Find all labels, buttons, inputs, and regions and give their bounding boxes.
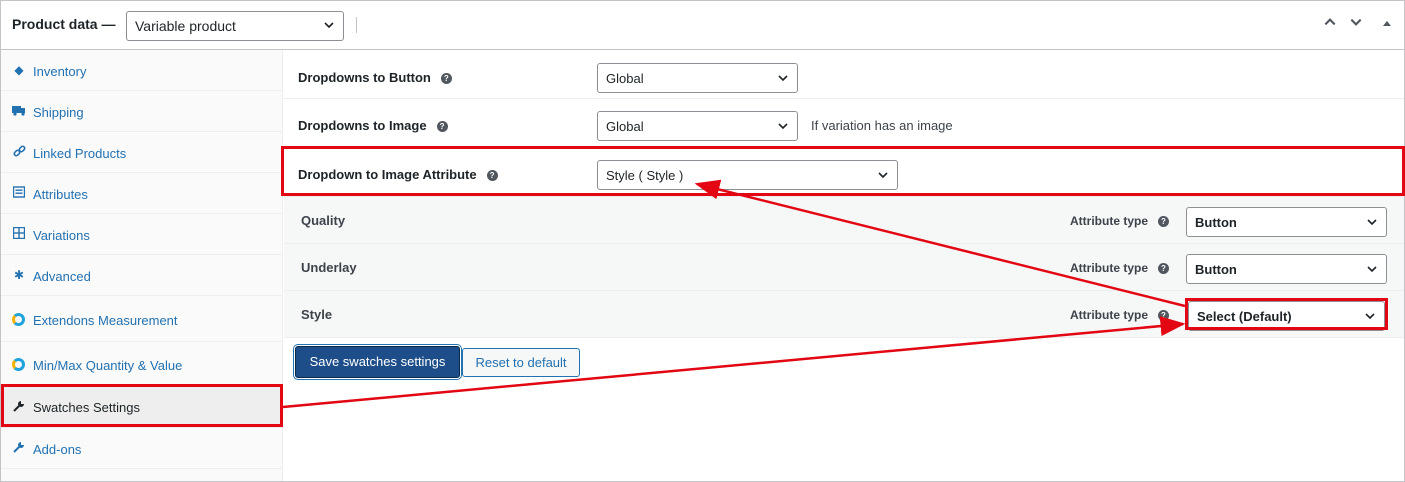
product-data-tabs: ◆ Inventory Shipping Linked Products Att… — [1, 50, 283, 481]
attribute-type-label: Attribute type? — [1070, 214, 1169, 228]
attribute-name: Underlay — [301, 260, 357, 275]
setting-dropdowns-to-image: Dropdowns to Image? Global If variation … — [284, 99, 1404, 147]
product-type-value: Variable product — [135, 18, 236, 34]
attribute-row-style: Style Attribute type? Select (Default) — [284, 291, 1404, 338]
sidebar-item-label: Variations — [33, 228, 90, 243]
sidebar-item-swatches-settings[interactable]: Swatches Settings — [1, 385, 282, 428]
list-icon — [12, 186, 26, 200]
dropdowns-to-button-select[interactable]: Global — [597, 63, 798, 93]
setting-label: Dropdowns to Button? — [298, 70, 452, 85]
truck-icon — [12, 104, 26, 118]
product-data-header: Product data — Variable product — [1, 1, 1404, 50]
sidebar-item-add-ons[interactable]: Add-ons — [1, 428, 282, 469]
chevron-down-icon — [1367, 219, 1377, 226]
sidebar-item-label: Linked Products — [33, 146, 127, 161]
chevron-down-icon — [878, 172, 888, 179]
sidebar-item-attributes[interactable]: Attributes — [1, 173, 282, 214]
sidebar-item-label: Add-ons — [33, 442, 82, 457]
wrench-icon — [12, 400, 26, 414]
help-icon[interactable]: ? — [1158, 263, 1169, 274]
swatches-settings-panel: Dropdowns to Button? Global Dropdowns to… — [284, 50, 1404, 481]
sidebar-item-label: Shipping — [33, 105, 84, 120]
attribute-name: Quality — [301, 213, 346, 228]
help-icon[interactable]: ? — [1158, 310, 1169, 321]
product-data-panel: Product data — Variable product ◆ Invent… — [0, 0, 1405, 482]
attribute-row-underlay: Underlay Attribute type? Button — [284, 244, 1404, 291]
sidebar-item-inventory[interactable]: ◆ Inventory — [1, 50, 282, 91]
move-up-button[interactable] — [1320, 15, 1340, 35]
wrench-icon — [12, 441, 26, 455]
image-note: If variation has an image — [811, 118, 953, 133]
attribute-row-quality: Quality Attribute type? Button — [284, 197, 1404, 244]
select-value: Select (Default) — [1197, 309, 1292, 324]
sidebar-item-label: Min/Max Quantity & Value — [33, 358, 183, 373]
sidebar-item-advanced[interactable]: ✱ Advanced — [1, 255, 282, 296]
image-attribute-select[interactable]: Style ( Style ) — [597, 160, 898, 190]
sidebar-item-linked-products[interactable]: Linked Products — [1, 132, 282, 173]
sidebar-item-label: Attributes — [33, 187, 88, 202]
attribute-type-label: Attribute type? — [1070, 261, 1169, 275]
collapse-toggle-button[interactable] — [1377, 15, 1397, 35]
link-icon — [12, 145, 26, 159]
sidebar-item-variations[interactable]: Variations — [1, 214, 282, 255]
chevron-down-icon — [1365, 313, 1375, 320]
select-value: Style ( Style ) — [606, 168, 684, 183]
select-value: Button — [1195, 262, 1237, 277]
setting-dropdowns-to-button: Dropdowns to Button? Global — [284, 50, 1404, 99]
extendons-icon — [12, 313, 25, 326]
help-icon[interactable]: ? — [486, 170, 498, 181]
sidebar-item-shipping[interactable]: Shipping — [1, 91, 282, 132]
setting-label: Dropdown to Image Attribute? — [298, 167, 498, 182]
chevron-down-icon — [324, 22, 334, 29]
sidebar-item-extendons-measurement[interactable]: Extendons Measurement — [1, 296, 282, 342]
attribute-type-select[interactable]: Button — [1186, 207, 1387, 237]
select-value: Button — [1195, 215, 1237, 230]
chevron-down-icon — [778, 75, 788, 82]
attribute-type-select[interactable]: Select (Default) — [1188, 301, 1385, 331]
sidebar-item-label: Extendons Measurement — [33, 313, 178, 328]
reset-to-default-button[interactable]: Reset to default — [462, 348, 580, 377]
move-down-button[interactable] — [1346, 15, 1366, 35]
attribute-name: Style — [301, 307, 333, 322]
chevron-up-icon — [1324, 18, 1336, 26]
sidebar-item-label: Swatches Settings — [33, 400, 140, 415]
gear-icon: ✱ — [13, 268, 25, 282]
product-data-title: Product data — — [12, 16, 116, 32]
sidebar-item-label: Advanced — [33, 269, 91, 284]
extendons-icon — [12, 358, 25, 371]
setting-label: Dropdowns to Image? — [298, 118, 448, 133]
help-icon[interactable]: ? — [440, 73, 452, 84]
attribute-type-select[interactable]: Button — [1186, 254, 1387, 284]
dropdowns-to-image-select[interactable]: Global — [597, 111, 798, 141]
chevron-down-icon — [1367, 266, 1377, 273]
help-icon[interactable]: ? — [436, 121, 448, 132]
tag-icon: ◆ — [14, 63, 24, 77]
sidebar-item-min-max-quantity[interactable]: Min/Max Quantity & Value — [1, 342, 282, 385]
chevron-down-icon — [1350, 18, 1362, 26]
header-divider — [356, 17, 357, 33]
help-icon[interactable]: ? — [1158, 216, 1169, 227]
select-value: Global — [606, 71, 644, 86]
select-value: Global — [606, 119, 644, 134]
attribute-type-label: Attribute type? — [1070, 308, 1169, 322]
triangle-up-icon — [1383, 21, 1391, 26]
save-swatches-button[interactable]: Save swatches settings — [295, 346, 460, 378]
setting-dropdown-to-image-attribute: Dropdown to Image Attribute? Style ( Sty… — [284, 147, 1404, 197]
product-type-select[interactable]: Variable product — [126, 11, 344, 41]
grid-icon — [12, 226, 26, 241]
chevron-down-icon — [778, 123, 788, 130]
sidebar-item-label: Inventory — [33, 64, 87, 79]
